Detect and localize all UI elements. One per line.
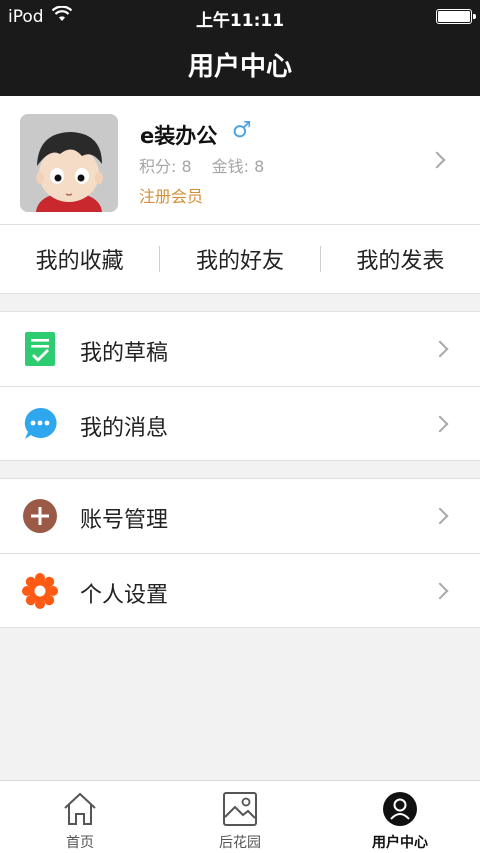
status-bar: iPod 上午11:11 bbox=[0, 0, 480, 32]
menu-group-content: 我的草稿 我的消息 bbox=[0, 311, 480, 461]
garden-icon bbox=[222, 791, 258, 827]
profile-card[interactable]: e装办公 ♂ 积分: 8 金钱: 8 注册会员 bbox=[0, 96, 480, 225]
tab-user-center[interactable]: 用户中心 bbox=[320, 781, 480, 853]
menu-item-settings[interactable]: 个人设置 bbox=[0, 553, 480, 627]
register-member-link[interactable]: 注册会员 bbox=[139, 183, 203, 207]
gender-male-icon: ♂ bbox=[232, 118, 252, 143]
home-icon bbox=[62, 791, 98, 827]
menu-label-messages: 我的消息 bbox=[80, 416, 169, 441]
menu-item-account[interactable]: 账号管理 bbox=[0, 479, 480, 553]
chevron-right-icon bbox=[428, 151, 446, 169]
chevron-right-icon bbox=[431, 415, 449, 433]
chevron-right-icon bbox=[431, 507, 449, 525]
tab-favorites[interactable]: 我的收藏 bbox=[0, 243, 159, 275]
tab-label-home: 首页 bbox=[66, 835, 94, 851]
draft-icon bbox=[22, 331, 58, 367]
battery-icon bbox=[436, 9, 476, 24]
nav-bar: 用户中心 bbox=[0, 32, 480, 96]
menu-group-settings: 账号管理 个人设置 bbox=[0, 478, 480, 628]
tab-home[interactable]: 首页 bbox=[0, 781, 160, 853]
menu-item-messages[interactable]: 我的消息 bbox=[0, 386, 480, 460]
account-icon bbox=[22, 498, 58, 534]
points-value: 积分: 8 bbox=[139, 157, 192, 176]
profile-name: e装办公 bbox=[140, 124, 218, 148]
menu-item-drafts[interactable]: 我的草稿 bbox=[0, 312, 480, 386]
chevron-right-icon bbox=[431, 340, 449, 358]
tab-bar: 首页 后花园 用户中心 bbox=[0, 780, 480, 853]
settings-icon bbox=[22, 573, 58, 609]
tab-garden[interactable]: 后花园 bbox=[160, 781, 320, 853]
money-value: 金钱: 8 bbox=[211, 157, 265, 176]
menu-label-account: 账号管理 bbox=[80, 508, 169, 533]
user-icon bbox=[382, 791, 418, 827]
menu-label-settings: 个人设置 bbox=[80, 583, 169, 608]
tab-label-garden: 后花园 bbox=[219, 835, 261, 851]
chevron-right-icon bbox=[431, 582, 449, 600]
page-title: 用户中心 bbox=[187, 51, 292, 82]
quick-tabs: 我的收藏 我的好友 我的发表 bbox=[0, 225, 480, 294]
status-time: 上午11:11 bbox=[195, 11, 285, 31]
message-icon bbox=[22, 406, 58, 442]
tab-label-user-center: 用户中心 bbox=[372, 835, 428, 851]
tab-posts[interactable]: 我的发表 bbox=[321, 243, 480, 275]
tab-friends[interactable]: 我的好友 bbox=[160, 243, 319, 275]
menu-label-drafts: 我的草稿 bbox=[80, 341, 169, 366]
profile-stats: 积分: 8 金钱: 8 bbox=[139, 153, 264, 177]
avatar[interactable] bbox=[20, 114, 118, 212]
